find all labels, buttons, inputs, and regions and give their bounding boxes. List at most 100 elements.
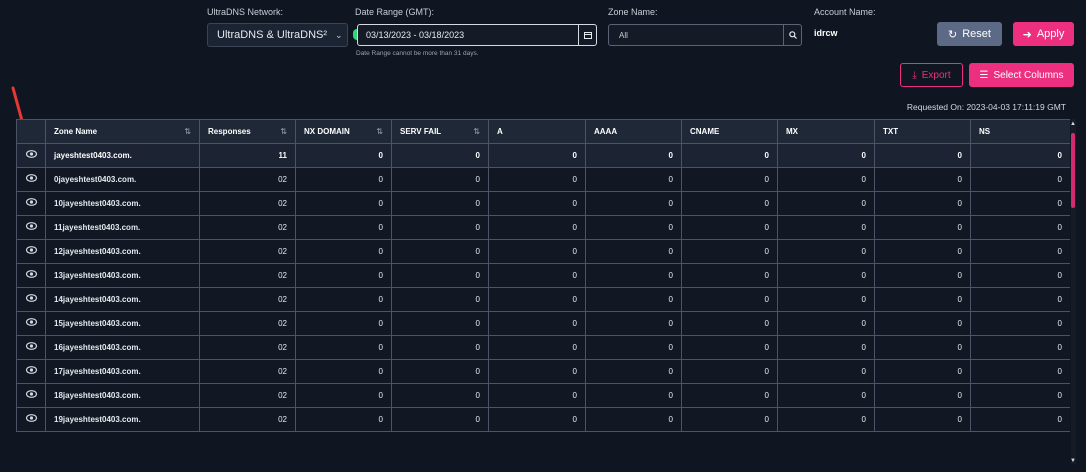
eye-icon[interactable] — [25, 270, 37, 281]
value-cell: 0 — [488, 263, 586, 288]
account-name-value: idrcw — [814, 28, 838, 38]
eye-icon[interactable] — [25, 198, 37, 209]
value-cell: 0 — [488, 311, 586, 336]
table-row: 15jayeshtest0403.com. 02 0 0 0 0 0 0 0 0 — [16, 311, 1070, 336]
value-cell: 0 — [874, 383, 971, 408]
export-button[interactable]: ⤓ Export — [900, 63, 963, 87]
value-cell: 0 — [874, 191, 971, 216]
zone-name-input[interactable]: All — [608, 24, 802, 46]
value-cell: 0 — [391, 263, 489, 288]
header-label: TXT — [883, 127, 899, 136]
view-cell[interactable] — [16, 143, 46, 168]
value-cell: 02 — [199, 407, 296, 432]
network-select[interactable]: UltraDNS & UltraDNS² ⌄ — [207, 23, 348, 47]
calendar-icon[interactable] — [578, 25, 596, 45]
view-cell[interactable] — [16, 191, 46, 216]
eye-icon[interactable] — [25, 366, 37, 377]
value-cell: 0 — [295, 191, 392, 216]
network-label: UltraDNS Network: — [207, 7, 284, 17]
value-cell: 0 — [970, 263, 1070, 288]
view-cell[interactable] — [16, 311, 46, 336]
eye-icon[interactable] — [25, 150, 37, 161]
sort-icon[interactable]: ⇅ — [280, 127, 287, 136]
eye-icon[interactable] — [25, 222, 37, 233]
value-cell: 0 — [970, 239, 1070, 264]
value-cell: 0 — [681, 215, 778, 240]
sort-icon[interactable]: ⇅ — [184, 127, 191, 136]
table-row: jayeshtest0403.com. 11 0 0 0 0 0 0 0 0 — [16, 143, 1070, 168]
value-cell: 0 — [970, 311, 1070, 336]
value-cell: 0 — [970, 407, 1070, 432]
reset-button[interactable]: ↻ Reset — [937, 22, 1002, 46]
header-label: Zone Name — [54, 127, 98, 136]
value-cell: 0 — [488, 335, 586, 360]
view-cell[interactable] — [16, 287, 46, 312]
date-range-label: Date Range (GMT): — [355, 7, 435, 17]
scroll-down-icon[interactable]: ▼ — [1070, 458, 1076, 464]
scrollbar-thumb[interactable] — [1071, 133, 1075, 208]
view-cell[interactable] — [16, 215, 46, 240]
header-zone-name[interactable]: Zone Name ⇅ — [45, 119, 200, 144]
zone-name-cell: 10jayeshtest0403.com. — [45, 191, 200, 216]
value-cell: 0 — [391, 191, 489, 216]
sort-icon[interactable]: ⇅ — [376, 127, 383, 136]
value-cell: 0 — [295, 287, 392, 312]
eye-icon[interactable] — [25, 390, 37, 401]
sliders-icon: ☰ — [979, 69, 989, 81]
value-cell: 0 — [874, 215, 971, 240]
eye-icon[interactable] — [25, 174, 37, 185]
value-cell: 0 — [681, 167, 778, 192]
value-cell: 0 — [874, 239, 971, 264]
scroll-up-icon[interactable]: ▲ — [1070, 121, 1076, 127]
table-row: 13jayeshtest0403.com. 02 0 0 0 0 0 0 0 0 — [16, 263, 1070, 288]
header-responses[interactable]: Responses ⇅ — [199, 119, 296, 144]
value-cell: 0 — [777, 239, 875, 264]
header-label: MX — [786, 127, 798, 136]
view-cell[interactable] — [16, 167, 46, 192]
table-header-row: Zone Name ⇅ Responses ⇅ NX DOMAIN ⇅ SERV FAIL ⇅… — [16, 119, 1070, 144]
zone-name-cell: 12jayeshtest0403.com. — [45, 239, 200, 264]
eye-icon[interactable] — [25, 246, 37, 257]
search-icon[interactable] — [783, 25, 801, 45]
zone-name-cell: jayeshtest0403.com. — [45, 143, 200, 168]
value-cell: 0 — [391, 311, 489, 336]
header-cname: CNAME — [681, 119, 778, 144]
value-cell: 0 — [874, 167, 971, 192]
view-cell[interactable] — [16, 407, 46, 432]
view-cell[interactable] — [16, 263, 46, 288]
value-cell: 0 — [295, 167, 392, 192]
value-cell: 0 — [777, 143, 875, 168]
view-cell[interactable] — [16, 359, 46, 384]
value-cell: 0 — [295, 335, 392, 360]
value-cell: 0 — [488, 383, 586, 408]
apply-button[interactable]: ➜ Apply — [1013, 22, 1074, 46]
value-cell: 0 — [681, 407, 778, 432]
date-range-input[interactable]: 03/13/2023 - 03/18/2023 — [357, 24, 597, 46]
table-scrollbar[interactable]: ▲ ▼ — [1070, 119, 1076, 464]
eye-icon[interactable] — [25, 294, 37, 305]
value-cell: 02 — [199, 311, 296, 336]
value-cell: 0 — [970, 383, 1070, 408]
eye-icon[interactable] — [25, 342, 37, 353]
eye-icon[interactable] — [25, 414, 37, 425]
header-serv-fail[interactable]: SERV FAIL ⇅ — [391, 119, 489, 144]
view-cell[interactable] — [16, 383, 46, 408]
view-cell[interactable] — [16, 335, 46, 360]
view-cell[interactable] — [16, 239, 46, 264]
table-row: 14jayeshtest0403.com. 02 0 0 0 0 0 0 0 0 — [16, 287, 1070, 312]
sort-icon[interactable]: ⇅ — [473, 127, 480, 136]
select-columns-label: Select Columns — [993, 69, 1064, 81]
header-label: Responses — [208, 127, 251, 136]
value-cell: 0 — [488, 287, 586, 312]
value-cell: 0 — [777, 407, 875, 432]
value-cell: 0 — [777, 167, 875, 192]
eye-icon[interactable] — [25, 318, 37, 329]
table-row: 10jayeshtest0403.com. 02 0 0 0 0 0 0 0 0 — [16, 191, 1070, 216]
table-row: 17jayeshtest0403.com. 02 0 0 0 0 0 0 0 0 — [16, 359, 1070, 384]
select-columns-button[interactable]: ☰ Select Columns — [969, 63, 1074, 87]
value-cell: 0 — [874, 407, 971, 432]
value-cell: 0 — [681, 239, 778, 264]
value-cell: 0 — [970, 167, 1070, 192]
zone-name-cell: 19jayeshtest0403.com. — [45, 407, 200, 432]
header-nx-domain[interactable]: NX DOMAIN ⇅ — [295, 119, 392, 144]
